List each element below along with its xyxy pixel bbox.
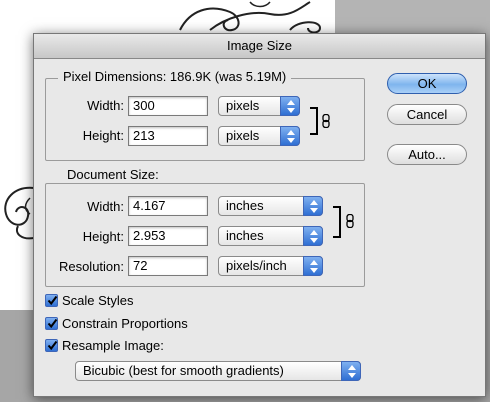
- auto-button[interactable]: Auto...: [387, 144, 467, 165]
- ornament-left-image: [4, 186, 34, 240]
- checkmark-icon: [47, 318, 58, 329]
- constrain-proportions-label[interactable]: Constrain Proportions: [62, 316, 188, 332]
- checkmark-icon: [47, 295, 58, 306]
- resolution-unit-value: pixels/inch: [226, 258, 287, 273]
- resolution-input[interactable]: 72: [128, 256, 208, 276]
- chain-link-icon: [346, 214, 354, 228]
- up-down-arrows-icon: [303, 196, 323, 216]
- resample-method-select[interactable]: Bicubic (best for smooth gradients): [75, 361, 361, 381]
- resample-method-value: Bicubic (best for smooth gradients): [83, 363, 284, 378]
- ok-button[interactable]: OK: [387, 73, 467, 94]
- resolution-label: Resolution:: [58, 259, 124, 274]
- doc-width-unit-select[interactable]: inches: [218, 196, 323, 216]
- dialog-title: Image Size: [34, 34, 485, 59]
- ornament-top-image: [179, 1, 322, 34]
- chain-link-icon: [322, 114, 330, 128]
- doc-height-unit-select[interactable]: inches: [218, 226, 323, 246]
- resample-image-label[interactable]: Resample Image:: [62, 338, 164, 354]
- resolution-unit-select[interactable]: pixels/inch: [218, 256, 323, 276]
- document-link-bracket: [333, 206, 341, 238]
- scale-styles-checkbox[interactable]: [45, 294, 58, 307]
- pixel-height-label: Height:: [82, 128, 124, 143]
- image-size-dialog: Image Size Pixel Dimensions: 186.9K (was…: [33, 33, 486, 397]
- up-down-arrows-icon: [341, 361, 361, 381]
- pixel-link-bracket: [310, 107, 318, 135]
- pixel-dimensions-legend: Pixel Dimensions: 186.9K (was 5.19M): [58, 69, 292, 85]
- doc-height-label: Height:: [82, 229, 124, 244]
- pixel-height-unit-value: pixels: [226, 128, 260, 143]
- pixel-width-unit-select[interactable]: pixels: [218, 96, 300, 116]
- constrain-proportions-checkbox[interactable]: [45, 317, 58, 330]
- doc-height-unit-value: inches: [226, 228, 264, 243]
- document-size-legend: Document Size:: [62, 167, 164, 183]
- doc-width-label: Width:: [87, 199, 124, 214]
- resample-image-checkbox[interactable]: [45, 339, 58, 352]
- pixel-height-input[interactable]: 213: [128, 126, 208, 146]
- cancel-button[interactable]: Cancel: [387, 104, 467, 125]
- doc-height-input[interactable]: 2.953: [128, 226, 208, 246]
- scale-styles-label[interactable]: Scale Styles: [62, 293, 134, 309]
- up-down-arrows-icon: [280, 126, 300, 146]
- up-down-arrows-icon: [280, 96, 300, 116]
- checkmark-icon: [47, 340, 58, 351]
- pixel-width-input[interactable]: 300: [128, 96, 208, 116]
- up-down-arrows-icon: [303, 256, 323, 276]
- doc-width-unit-value: inches: [226, 198, 264, 213]
- up-down-arrows-icon: [303, 226, 323, 246]
- pixel-width-label: Width:: [87, 98, 124, 113]
- doc-width-input[interactable]: 4.167: [128, 196, 208, 216]
- pixel-height-unit-select[interactable]: pixels: [218, 126, 300, 146]
- pixel-width-unit-value: pixels: [226, 98, 260, 113]
